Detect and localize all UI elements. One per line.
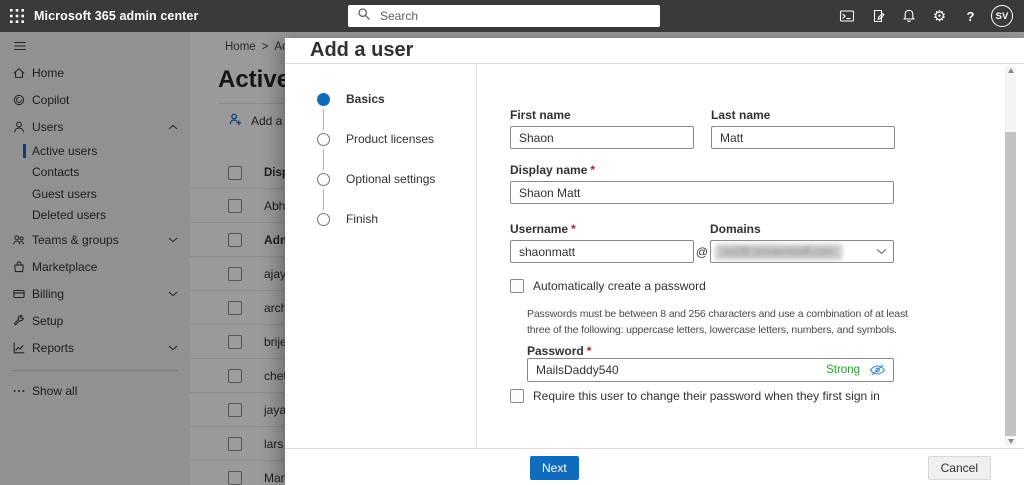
step-label: Finish [346,212,379,226]
step-dot [317,132,330,146]
step-dot [317,212,330,226]
step-finish[interactable]: Finish [285,199,476,239]
add-user-dialog: Add a user Basics Product licenses Optio… [285,38,1024,485]
feedback-icon[interactable] [862,0,893,32]
wizard-stepper: Basics Product licenses Optional setting… [285,64,477,448]
help-icon[interactable]: ? [955,0,986,32]
label-text: Password [527,344,584,358]
dialog-footer: Next Cancel [285,448,1024,485]
require-change-option[interactable]: Require this user to change their passwo… [510,389,1024,403]
settings-gear-icon[interactable]: ⚙ [924,0,955,32]
topbar: Microsoft 365 admin center ⚙ ? SV [0,0,1024,32]
password-requirements-text: Passwords must be between 8 and 256 char… [527,306,1024,338]
first-name-label: First name [510,108,571,122]
step-dot-filled [317,92,330,106]
label-text: Display name [510,163,588,177]
display-name-field[interactable] [510,181,894,204]
auto-password-checkbox[interactable] [510,279,524,293]
step-product-licenses[interactable]: Product licenses [285,119,476,170]
password-strength-badge: Strong [826,364,860,376]
next-button[interactable]: Next [530,456,579,480]
screen: Microsoft 365 admin center ⚙ ? SV [0,0,1024,485]
require-change-label: Require this user to change their passwo… [533,389,880,403]
hint-line-2: three of the following: uppercase letter… [527,324,897,336]
search-input[interactable] [378,8,660,24]
step-label: Basics [346,92,385,106]
last-name-field[interactable] [711,126,895,149]
step-label: Optional settings [346,172,436,186]
triangle-up-icon [1007,68,1014,73]
domain-value-redacted: m156.onmicrosoft.com [715,243,843,260]
require-change-checkbox[interactable] [510,389,524,403]
required-marker: * [590,163,596,177]
show-password-eye-icon[interactable] [869,364,886,376]
app-launcher-waffle-icon[interactable] [0,0,34,32]
dialog-title: Add a user [285,38,1024,64]
global-search[interactable] [348,5,660,27]
auto-password-option[interactable]: Automatically create a password [510,279,1024,293]
auto-password-label: Automatically create a password [533,279,706,293]
scroll-up-arrow[interactable] [1005,66,1016,76]
step-basics[interactable]: Basics [285,79,476,130]
cancel-button[interactable]: Cancel [927,456,991,480]
search-icon [357,7,371,26]
step-optional-settings[interactable]: Optional settings [285,159,476,210]
required-marker: * [586,344,592,358]
step-dot [317,172,330,186]
account-avatar[interactable]: SV [991,5,1013,27]
last-name-label: Last name [711,108,771,122]
step-label: Product licenses [346,132,435,146]
username-field[interactable] [510,240,694,263]
dialog-scrollbar[interactable] [1005,66,1016,446]
topbar-actions: ⚙ ? SV [831,0,1020,32]
cloud-shell-icon[interactable] [831,0,862,32]
domains-dropdown[interactable]: m156.onmicrosoft.com [710,240,894,263]
password-value[interactable]: MailsDaddy540 [536,363,619,377]
hint-line-1: Passwords must be between 8 and 256 char… [527,308,908,320]
chevron-down-icon [876,248,887,255]
password-field[interactable]: MailsDaddy540 Strong [527,358,894,382]
display-name-label: Display name * [510,163,1024,177]
domains-label: Domains [710,222,761,236]
basics-form: First name Last name Display name* [478,64,1024,448]
scrollbar-thumb[interactable] [1005,132,1016,436]
at-symbol: @ [695,245,709,259]
scroll-down-arrow[interactable] [1005,436,1016,446]
dialog-body: Basics Product licenses Optional setting… [285,64,1024,448]
label-text: Username [510,222,569,236]
first-name-field[interactable] [510,126,694,149]
required-marker: * [571,222,576,236]
username-label: Username * [510,222,694,236]
app-title[interactable]: Microsoft 365 admin center [34,9,198,23]
notifications-bell-icon[interactable] [893,0,924,32]
triangle-down-icon [1007,439,1014,444]
password-label: Password * [527,344,1024,358]
